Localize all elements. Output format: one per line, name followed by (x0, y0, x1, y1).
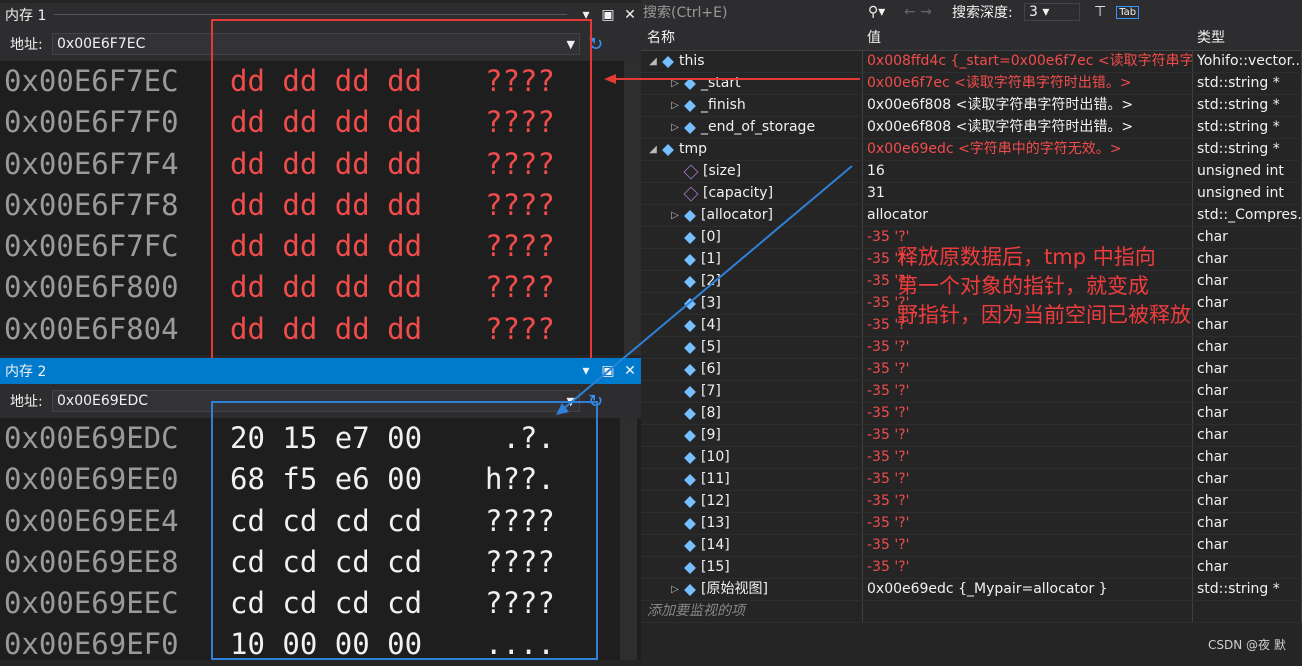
watermark: CSDN @夜 默 (1208, 638, 1286, 652)
arrow-to-memory2 (561, 165, 853, 411)
annotation-line: 野指针，因为当前空间已被释放 (897, 303, 1191, 327)
annotation-arrows (556, 74, 860, 415)
annotation-line: 第一个对象的指针，就变成 (897, 274, 1149, 298)
arrowhead-red (604, 74, 616, 84)
annotation-line: 释放原数据后，tmp 中指向 (897, 245, 1156, 269)
annotation-text: 释放原数据后，tmp 中指向 第一个对象的指针，就变成 野指针，因为当前空间已被… (897, 243, 1237, 330)
